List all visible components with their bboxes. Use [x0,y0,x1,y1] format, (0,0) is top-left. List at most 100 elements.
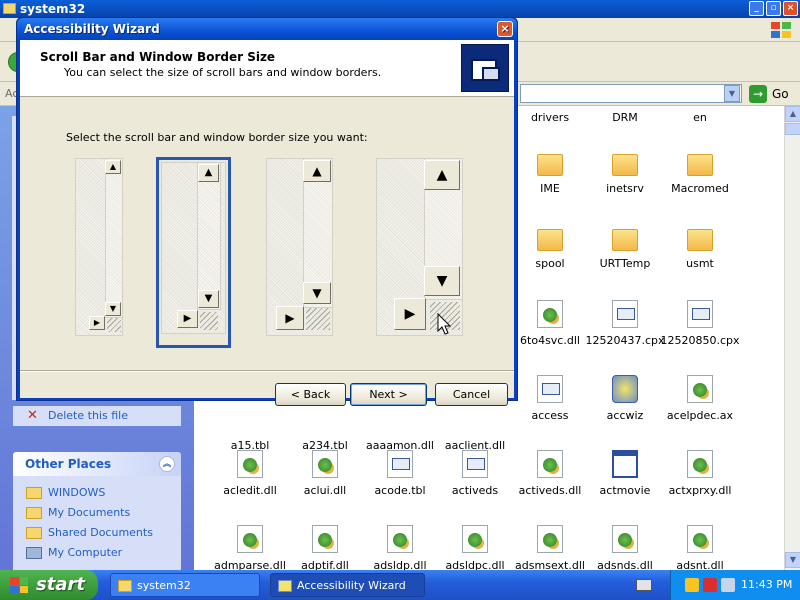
minimize-button[interactable]: _ [749,1,764,16]
scroll-up-arrow-icon: ▲ [303,160,331,182]
file-item[interactable]: actmovie [585,450,665,497]
go-arrow-icon[interactable]: → [749,85,767,103]
file-item[interactable]: Macromed [660,150,740,195]
close-button[interactable]: × [783,1,798,16]
file-item[interactable]: aaaamon.dll [360,405,440,452]
address-dropdown-button[interactable]: ▼ [724,85,740,102]
file-item[interactable]: admparse.dll [210,525,290,572]
file-item[interactable]: activeds [435,450,515,497]
file-item[interactable]: activeds.dll [510,450,590,497]
place-windows[interactable]: WINDOWS [13,483,181,503]
file-item[interactable]: adsldp.dll [360,525,440,572]
place-my-documents[interactable]: My Documents [13,503,181,523]
file-name: spool [535,257,565,270]
file-name: acode.tbl [374,484,426,497]
keyboard-icon[interactable] [636,579,652,591]
maximize-button[interactable]: ▫ [766,1,781,16]
file-item[interactable]: adsmsext.dll [510,525,590,572]
file-name: Macromed [671,182,729,195]
volume-icon[interactable] [721,578,735,592]
file-name: drivers [530,111,570,124]
dialog-separator [20,370,514,372]
place-label: My Documents [48,506,131,519]
cancel-button[interactable]: Cancel [435,383,508,406]
place-shared-documents[interactable]: Shared Documents [13,523,181,543]
system-tray: 11:43 PM [670,570,800,600]
dll-icon [537,525,563,553]
file-item[interactable]: inetsrv [585,150,665,195]
next-button[interactable]: Next > [350,383,427,406]
file-item[interactable]: 12520850.cpx [660,300,740,347]
file-name: actmovie [599,484,651,497]
dialog-title: Accessibility Wizard [24,22,160,36]
collapse-icon[interactable]: ︽ [159,456,175,472]
file-item[interactable]: usmt [660,225,740,270]
file-item[interactable]: acledit.dll [210,450,290,497]
file-item[interactable]: adptif.dll [285,525,365,572]
file-item[interactable]: aaclient.dll [435,405,515,452]
place-label: WINDOWS [48,486,106,499]
file-item[interactable]: DRM [585,110,665,124]
taskbar-accessibility-wizard[interactable]: Accessibility Wizard [270,573,425,597]
file-item[interactable]: 12520437.cpx [585,300,665,347]
folder-icon [687,154,713,176]
file-item[interactable]: actxprxy.dll [660,450,740,497]
dll-icon [687,450,713,478]
file-item[interactable]: a234.tbl [285,405,365,452]
taskbar: start system32 Accessibility Wizard 11:4… [0,570,800,600]
file-item[interactable]: a15.tbl [210,405,290,452]
dialog-title-bar[interactable]: Accessibility Wizard × [17,18,517,40]
file-item[interactable]: adsnds.dll [585,525,665,572]
file-item[interactable]: aclui.dll [285,450,365,497]
file-item[interactable]: accwiz [585,375,665,422]
place-label: My Computer [48,546,123,559]
file-item[interactable]: adsldpc.dll [435,525,515,572]
file-item[interactable]: acode.tbl [360,450,440,497]
dll-icon [687,525,713,553]
alert-shield-icon[interactable] [703,578,717,592]
security-shield-icon[interactable] [685,578,699,592]
wizard-windows-icon [461,44,509,92]
delete-file-link[interactable]: ✕ Delete this file [13,406,181,426]
file-item[interactable]: IME [510,150,590,195]
address-input[interactable] [520,84,742,103]
document-icon [687,300,713,328]
resize-grip-icon [306,308,330,330]
dll-icon [387,525,413,553]
folder-icon [3,3,16,14]
start-button[interactable]: start [0,570,98,600]
file-item[interactable]: drivers [510,110,590,124]
file-item[interactable]: access [510,375,590,422]
file-list-scrollbar[interactable]: ▲ ▼ [784,106,800,570]
other-places-header[interactable]: Other Places ︽ [13,452,181,476]
file-item[interactable]: acelpdec.ax [660,375,740,422]
file-name: 12520437.cpx [585,334,665,347]
task-label: Accessibility Wizard [297,579,406,592]
taskbar-system32[interactable]: system32 [110,573,260,597]
dialog-close-button[interactable]: × [497,21,513,37]
scroll-right-arrow-icon: ▶ [276,306,304,330]
file-item[interactable]: adsnt.dll [660,525,740,572]
dialog-body: Scroll Bar and Window Border Size You ca… [20,40,514,406]
windows-flag-icon [10,577,28,593]
dll-icon [237,525,263,553]
folder-icon [118,580,132,592]
scroll-up-button[interactable]: ▲ [785,106,800,122]
scroll-thumb[interactable] [785,123,800,135]
document-icon [612,300,638,328]
mouse-cursor-icon [437,313,452,335]
place-my-computer[interactable]: My Computer [13,543,181,563]
scroll-down-button[interactable]: ▼ [785,552,800,568]
file-item[interactable]: URTTemp [585,225,665,270]
go-button[interactable]: Go [772,87,789,101]
dialog-prompt: Select the scroll bar and window border … [66,131,368,144]
computer-icon [26,547,42,559]
back-button[interactable]: < Back [275,383,346,406]
file-item[interactable]: 6to4svc.dll [510,300,590,347]
file-item[interactable]: en [660,110,740,124]
scroll-down-arrow-icon: ▼ [424,266,460,296]
document-icon [537,375,563,403]
scroll-down-arrow-icon: ▼ [303,282,331,304]
file-item[interactable]: spool [510,225,590,270]
file-name: inetsrv [606,182,644,195]
